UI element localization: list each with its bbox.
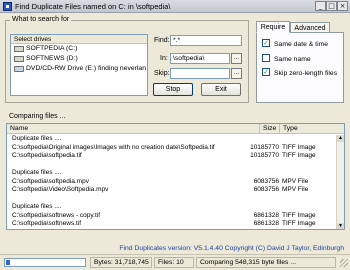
same-date-time-checkbox[interactable]: ✓ Same date & time xyxy=(262,39,329,50)
window-title: Find Duplicate Files named on C: in \sof… xyxy=(15,2,171,11)
scroll-up-arrow-icon[interactable]: ▲ xyxy=(337,135,344,142)
table-row[interactable]: C:\softpedia\softpedia.mpv 6083756 MPV Fil… xyxy=(7,178,337,187)
browse-in-button[interactable]: ... xyxy=(231,53,242,64)
skip-input[interactable] xyxy=(170,68,230,79)
results-list[interactable]: Name Size Type Duplicate files .... C:\so… xyxy=(6,123,345,230)
row-size: 6083756 xyxy=(253,177,279,185)
table-row[interactable]: C:\softpedia\Original images\Images with… xyxy=(7,144,337,153)
in-label: In: xyxy=(160,55,168,62)
row-name: C:\softpedia\Video\Softpedia.mpv xyxy=(12,186,109,193)
row-name: C:\softpedia\softnews - copy.tif xyxy=(12,211,101,219)
table-row[interactable] xyxy=(7,161,337,170)
row-name: C:\softpedia\Original images\Images with… xyxy=(12,143,215,151)
table-row[interactable]: Duplicate files .... xyxy=(7,203,337,212)
search-group-title: What to search for xyxy=(10,16,72,23)
minimize-button[interactable]: _ xyxy=(315,1,326,11)
progress-bar xyxy=(4,258,86,267)
bytes-status: Bytes: 31,718,745 xyxy=(90,257,152,268)
drive-item-d[interactable]: SOFTNEWS (D:) xyxy=(11,54,147,64)
drive-label: SOFTNEWS (D:) xyxy=(26,55,78,62)
table-row[interactable]: C:\softpedia\softnews - copy.tif 6861328 T… xyxy=(7,212,337,221)
hard-drive-icon xyxy=(14,56,24,62)
progress-fill xyxy=(6,260,10,265)
tab-require[interactable]: Require xyxy=(256,21,290,33)
comparing-status: Comparing 548,315 byte files ... xyxy=(196,257,336,268)
row-name: C:\softpedia\softpedia.mpv xyxy=(12,177,89,185)
results-header: Name Size Type xyxy=(7,124,344,134)
drive-item-e[interactable]: DVD/CD-RW Drive (E:) finding neverlan xyxy=(11,64,147,74)
row-size: 10185770 xyxy=(250,143,279,151)
row-name: Duplicate files .... xyxy=(12,135,62,142)
table-row[interactable]: C:\softpedia\softpedia.tif 10185770 TIFF I… xyxy=(7,152,337,161)
dvd-drive-icon xyxy=(14,66,24,72)
scroll-down-arrow-icon[interactable]: ▼ xyxy=(337,223,344,229)
checkbox-label: Same name xyxy=(274,56,311,63)
drives-header: Select drives xyxy=(11,35,147,44)
row-name: Duplicate files .... xyxy=(12,169,62,176)
column-header-type[interactable]: Type xyxy=(280,124,344,134)
close-button[interactable]: × xyxy=(337,1,348,11)
drives-list[interactable]: Select drives SOFTPEDIA (C:) SOFTNEWS (D… xyxy=(10,34,148,96)
checkbox-unchecked-icon xyxy=(262,54,270,63)
drive-label: DVD/CD-RW Drive (E:) finding neverlan xyxy=(26,65,146,72)
comparing-status-label: Comparing files ... xyxy=(9,113,66,120)
skip-zero-length-checkbox[interactable]: ✓ Skip zero-length files xyxy=(262,68,338,79)
version-info: Find Duplicates version: V5.1.4.40 Copyr… xyxy=(119,245,344,252)
browse-skip-button[interactable]: ... xyxy=(231,68,242,79)
column-header-name[interactable]: Name xyxy=(7,124,260,134)
results-scrollbar[interactable]: ▲ ▼ xyxy=(336,135,344,229)
checkbox-checked-icon: ✓ xyxy=(262,68,270,77)
row-type: TIFF Image xyxy=(282,152,316,159)
row-type: MPV File xyxy=(282,186,309,193)
same-name-checkbox[interactable]: Same name xyxy=(262,54,311,65)
results-body: Duplicate files .... C:\softpedia\Origina… xyxy=(7,135,337,229)
row-name: C:\softpedia\softpedia.tif xyxy=(12,152,82,159)
find-input[interactable]: *.* xyxy=(170,35,242,46)
status-bar: Bytes: 31,718,745 Files: 10 Comparing 54… xyxy=(0,254,350,270)
row-type: TIFF Image xyxy=(282,211,316,219)
checkbox-label: Skip zero-length files xyxy=(274,70,338,77)
checkbox-checked-icon: ✓ xyxy=(262,39,270,48)
row-type: TIFF Image xyxy=(282,143,316,151)
column-header-size[interactable]: Size xyxy=(260,124,280,134)
table-row[interactable]: Duplicate files .... xyxy=(7,135,337,144)
row-size: 10185770 xyxy=(250,152,279,159)
title-bar: Find Duplicate Files named on C: in \sof… xyxy=(0,0,350,13)
row-name: Duplicate files .... xyxy=(12,203,62,210)
checkbox-label: Same date & time xyxy=(274,41,329,48)
row-size: 6861328 xyxy=(253,220,279,227)
find-label: Find: xyxy=(154,37,170,44)
table-row[interactable]: C:\softpedia\softnews.tif 6861328 TIFF Ima… xyxy=(7,220,337,229)
in-input[interactable]: \softpedia\ xyxy=(170,53,230,64)
stop-button[interactable]: Stop xyxy=(153,83,193,96)
app-icon xyxy=(3,2,12,11)
row-size: 6083756 xyxy=(253,186,279,193)
row-type: MPV File xyxy=(282,177,309,185)
exit-button[interactable]: Exit xyxy=(201,83,241,96)
row-name: C:\softpedia\softnews.tif xyxy=(12,220,82,227)
skip-label: Skip: xyxy=(154,70,170,77)
hard-drive-icon xyxy=(14,46,24,52)
maximize-button[interactable]: □ xyxy=(326,1,337,11)
drive-item-c[interactable]: SOFTPEDIA (C:) xyxy=(11,44,147,54)
table-row[interactable]: Duplicate files .... xyxy=(7,169,337,178)
row-size: 6861328 xyxy=(253,211,279,219)
table-row[interactable] xyxy=(7,195,337,204)
files-status: Files: 10 xyxy=(154,257,194,268)
row-type: TIFF Image xyxy=(282,220,316,227)
resize-grip-icon[interactable] xyxy=(340,259,348,267)
drive-label: SOFTPEDIA (C:) xyxy=(26,45,78,52)
table-row[interactable]: C:\softpedia\Video\Softpedia.mpv 6083756 M… xyxy=(7,186,337,195)
